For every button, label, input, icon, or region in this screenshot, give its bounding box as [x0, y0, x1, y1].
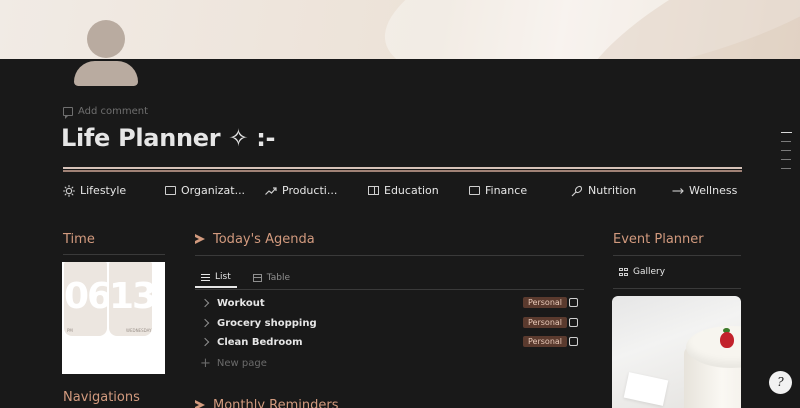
nav-label: Producti...	[282, 184, 338, 197]
nav-label: Nutrition	[588, 184, 637, 197]
nav-item-finance[interactable]: Finance	[469, 184, 527, 197]
arrows-icon	[672, 187, 684, 194]
monthly-title: Monthly Reminders	[213, 398, 339, 408]
time-divider	[63, 254, 165, 255]
clock-minute: 13	[109, 276, 157, 317]
help-button[interactable]: ?	[769, 371, 792, 394]
arrow-icon	[195, 234, 206, 245]
comment-icon	[63, 107, 73, 119]
gallery-icon	[619, 267, 628, 277]
list-icon	[201, 273, 210, 281]
list-item[interactable]: Clean Bedroom Personal	[200, 333, 584, 351]
gallery-divider	[613, 288, 741, 289]
title-divider	[63, 167, 742, 172]
clock-minute-caption: WEDNESDAY	[126, 328, 152, 333]
agenda-heading[interactable]: Today's Agenda	[195, 232, 315, 247]
tab-table[interactable]: Table	[247, 268, 296, 288]
event-divider	[613, 255, 741, 256]
task-checkbox[interactable]	[569, 337, 578, 346]
table-of-contents-indicator[interactable]	[781, 132, 792, 177]
arrow-icon	[195, 400, 206, 408]
add-comment-button[interactable]: Add comment	[63, 106, 149, 119]
clock-hour-caption: PM	[67, 328, 73, 333]
folder-icon	[469, 186, 480, 195]
tab-gallery[interactable]: Gallery	[619, 267, 665, 277]
nav-label: Wellness	[689, 184, 738, 197]
card-paper	[623, 372, 669, 406]
nav-item-lifestyle[interactable]: Lifestyle	[63, 184, 126, 197]
monthly-reminders-heading[interactable]: Monthly Reminders	[195, 398, 339, 408]
nav-item-organization[interactable]: Organizat...	[165, 184, 245, 197]
event-card-image[interactable]	[612, 296, 741, 408]
tab-list[interactable]: List	[195, 268, 237, 288]
nav-label: Organizat...	[181, 184, 246, 197]
folder-icon	[165, 186, 176, 195]
nav-item-wellness[interactable]: Wellness	[672, 184, 737, 197]
gallery-label: Gallery	[633, 267, 666, 277]
add-comment-label: Add comment	[78, 106, 149, 117]
book-icon	[368, 186, 379, 195]
tabs-divider	[195, 289, 584, 290]
task-name[interactable]: Grocery shopping	[217, 318, 317, 329]
agenda-divider	[195, 255, 584, 256]
strawberry	[720, 332, 734, 348]
list-item[interactable]: Workout Personal	[200, 294, 584, 312]
flip-clock-widget[interactable]: 06 PM 13 WEDNESDAY	[62, 262, 165, 374]
clock-hour: 06	[64, 276, 112, 317]
time-heading: Time	[63, 232, 95, 247]
task-name[interactable]: Workout	[217, 298, 265, 309]
agenda-title: Today's Agenda	[213, 232, 315, 247]
status-badge: Personal	[523, 317, 568, 328]
list-item[interactable]: Grocery shopping Personal	[200, 314, 584, 332]
clock-hour-card: 06 PM	[64, 262, 112, 336]
chevron-right-icon[interactable]	[200, 298, 210, 308]
clock-minute-card: 13 WEDNESDAY	[109, 262, 157, 336]
avatar-head	[87, 20, 125, 58]
chevron-right-icon[interactable]	[200, 318, 210, 328]
nav-item-education[interactable]: Education	[368, 184, 439, 197]
page-icon-avatar[interactable]	[73, 20, 139, 86]
task-checkbox[interactable]	[569, 318, 578, 327]
status-badge: Personal	[523, 336, 568, 347]
chevron-right-icon[interactable]	[200, 337, 210, 347]
nav-label: Finance	[485, 184, 528, 197]
task-checkbox[interactable]	[569, 298, 578, 307]
event-planner-heading: Event Planner	[613, 232, 704, 247]
agenda-view-tabs: List Table	[195, 268, 296, 290]
utensil-icon	[571, 185, 583, 196]
sun-icon	[63, 184, 75, 197]
new-page-button[interactable]: + New page	[200, 356, 267, 371]
new-page-label: New page	[216, 358, 267, 369]
trend-up-icon	[265, 186, 277, 195]
nav-label: Lifestyle	[80, 184, 127, 197]
nav-item-productivity[interactable]: Producti...	[265, 184, 337, 197]
tab-label: Table	[266, 273, 291, 283]
category-nav: Lifestyle Organizat... Producti... Educa…	[0, 184, 800, 204]
task-name[interactable]: Clean Bedroom	[217, 337, 303, 348]
table-icon	[252, 274, 262, 282]
nav-item-nutrition[interactable]: Nutrition	[571, 184, 636, 197]
page-title[interactable]: Life Planner ✧ :-	[61, 124, 275, 152]
navigations-heading: Navigations	[63, 390, 140, 405]
tab-label: List	[215, 272, 231, 282]
avatar-body	[74, 61, 138, 86]
nav-label: Education	[384, 184, 439, 197]
status-badge: Personal	[523, 297, 568, 308]
plus-icon: +	[200, 356, 211, 371]
